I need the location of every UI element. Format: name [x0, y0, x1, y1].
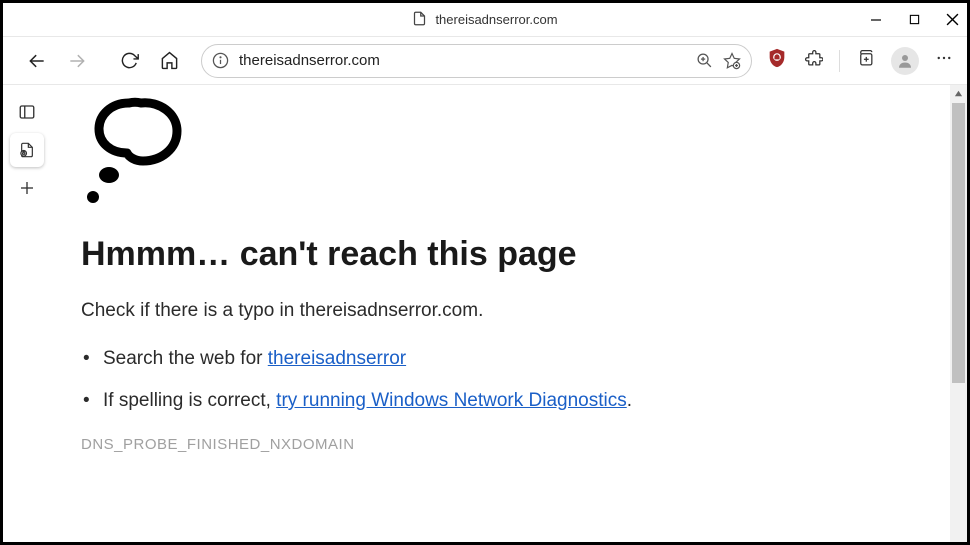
error-suggestions-list: Search the web for thereisadnserror If s…	[81, 348, 957, 412]
refresh-button[interactable]	[111, 43, 147, 79]
window-close-button[interactable]	[945, 13, 959, 27]
profile-button[interactable]	[891, 47, 919, 75]
suggestion-search-prefix: Search the web for	[103, 348, 268, 369]
forward-button[interactable]	[59, 43, 95, 79]
favorites-add-icon[interactable]	[723, 52, 741, 70]
error-code: DNS_PROBE_FINISHED_NXDOMAIN	[81, 436, 957, 453]
back-button[interactable]	[19, 43, 55, 79]
ublock-icon[interactable]	[766, 47, 788, 74]
suggestion-spelling-prefix: If spelling is correct,	[103, 390, 276, 411]
suggestion-period: .	[627, 390, 632, 411]
scrollbar-track[interactable]	[950, 85, 967, 542]
page-content: Hmmm… can't reach this page Check if the…	[51, 85, 967, 542]
error-subtitle: Check if there is a typo in thereisadnse…	[81, 300, 957, 322]
extensions-icon[interactable]	[804, 49, 823, 73]
network-diagnostics-link[interactable]: try running Windows Network Diagnostics	[276, 390, 627, 411]
sidebar-tab-actions-button[interactable]	[10, 95, 44, 129]
page-file-icon	[412, 11, 427, 29]
sidebar-current-tab[interactable]	[10, 133, 44, 167]
home-button[interactable]	[151, 43, 187, 79]
url-text: thereisadnserror.com	[239, 52, 686, 69]
window-titlebar: thereisadnserror.com	[3, 3, 967, 37]
thought-bubble-icon	[81, 95, 957, 215]
window-minimize-button[interactable]	[869, 13, 883, 27]
suggestion-diagnostics: If spelling is correct, try running Wind…	[103, 390, 957, 412]
window-maximize-button[interactable]	[907, 13, 921, 27]
menu-button[interactable]	[935, 49, 953, 72]
scrollbar-up-arrow-icon[interactable]	[950, 85, 967, 102]
address-bar[interactable]: thereisadnserror.com	[201, 44, 752, 78]
vertical-tab-sidebar	[3, 85, 51, 542]
titlebar-domain-text: thereisadnserror.com	[435, 12, 557, 27]
sidebar-new-tab-button[interactable]	[10, 171, 44, 205]
search-web-link[interactable]: thereisadnserror	[268, 348, 406, 369]
collections-icon[interactable]	[856, 49, 875, 73]
window-controls	[869, 3, 959, 36]
scrollbar-thumb[interactable]	[952, 103, 965, 383]
toolbar-divider	[839, 50, 840, 72]
toolbar-right-icons	[766, 47, 959, 75]
suggestion-search: Search the web for thereisadnserror	[103, 348, 957, 370]
site-info-icon[interactable]	[212, 52, 229, 69]
zoom-icon[interactable]	[696, 52, 713, 69]
main-area: Hmmm… can't reach this page Check if the…	[3, 85, 967, 542]
browser-toolbar: thereisadnserror.com	[3, 37, 967, 85]
titlebar-center: thereisadnserror.com	[412, 11, 557, 29]
error-title: Hmmm… can't reach this page	[81, 235, 957, 274]
